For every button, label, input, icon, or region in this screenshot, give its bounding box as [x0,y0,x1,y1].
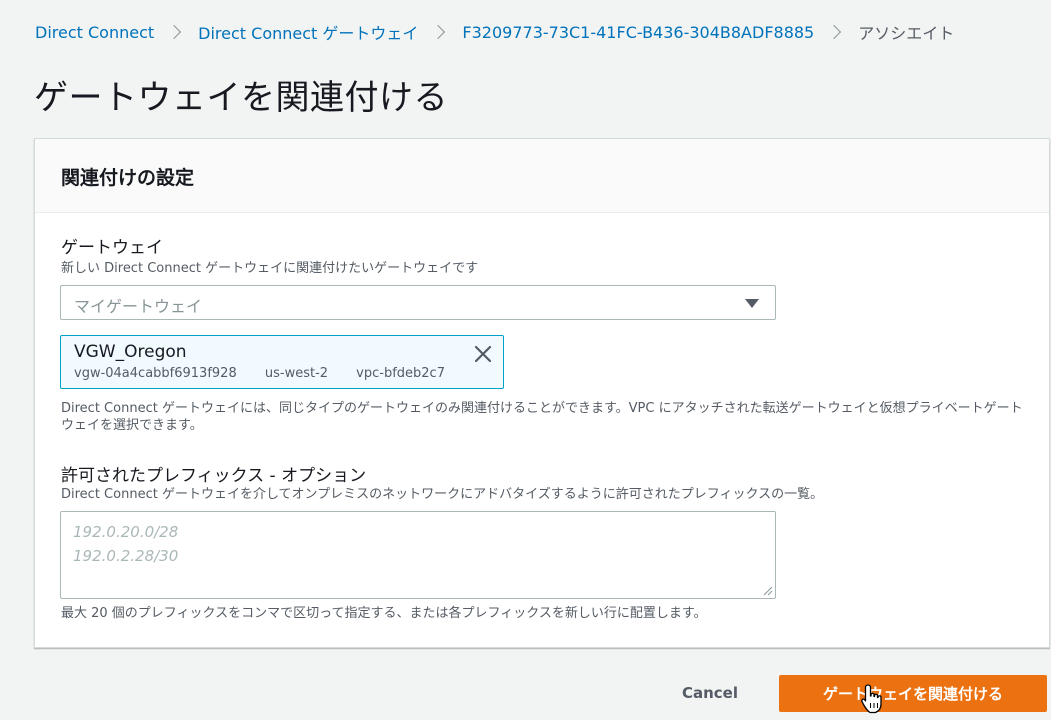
gateway-help-text: Direct Connect ゲートウェイには、同じタイプのゲートウェイのみ関連… [61,401,1023,433]
gateway-select[interactable]: マイゲートウェイ [60,285,776,320]
prefix-description: Direct Connect ゲートウェイを介してオンプレミスのネットワークにア… [61,487,824,502]
prefix-textarea[interactable]: 192.0.20.0/28 192.0.2.28/30 [60,511,776,599]
prefix-label: 許可されたプレフィックス - オプション [61,466,367,486]
prefix-placeholder-line-2: 192.0.2.28/30 [73,547,179,565]
breadcrumb-item-gateways[interactable]: Direct Connect ゲートウェイ [198,20,418,44]
token-gateway-id: vgw-04a4cabbf6913f928 [74,366,237,381]
page: Direct Connect Direct Connect ゲートウェイ F32… [0,0,1051,720]
cancel-button[interactable]: Cancel [662,676,758,710]
gateway-description: 新しい Direct Connect ゲートウェイに関連付けたいゲートウェイです [61,261,479,276]
breadcrumb-item-direct-connect[interactable]: Direct Connect [35,23,154,42]
token-vpc: vpc-bfdeb2c7 [356,366,445,381]
prefix-help-text: 最大 20 個のプレフィックスをコンマで区切って指定する、または各プレフィックス… [61,606,707,621]
chevron-right-icon [167,24,182,40]
resize-grip-icon[interactable] [763,586,773,596]
selected-gateway-token: VGW_Oregon vgw-04a4cabbf6913f928 us-west… [60,335,504,389]
breadcrumb: Direct Connect Direct Connect ゲートウェイ F32… [35,20,954,44]
page-title: ゲートウェイを関連付ける [34,78,448,118]
gateway-select-placeholder: マイゲートウェイ [74,297,203,316]
token-region: us-west-2 [264,366,329,381]
breadcrumb-current: アソシエイト [858,24,955,43]
associate-gateway-button[interactable]: ゲートウェイを関連付ける [779,675,1047,712]
chevron-right-icon [827,24,842,40]
card-header: 関連付けの設定 [35,139,1049,213]
token-meta: vgw-04a4cabbf6913f928 us-west-2 vpc-bfde… [74,366,469,381]
breadcrumb-item-gateway-id[interactable]: F3209773-73C1-41FC-B436-304B8ADF8885 [462,23,814,42]
gateway-label: ゲートウェイ [61,238,163,258]
close-icon[interactable] [473,344,493,364]
association-settings-card: 関連付けの設定 ゲートウェイ 新しい Direct Connect ゲートウェイ… [34,138,1050,648]
chevron-right-icon [431,24,446,40]
prefix-placeholder-line-1: 192.0.20.0/28 [73,523,179,541]
token-name: VGW_Oregon [74,342,187,362]
caret-down-icon [745,299,759,308]
